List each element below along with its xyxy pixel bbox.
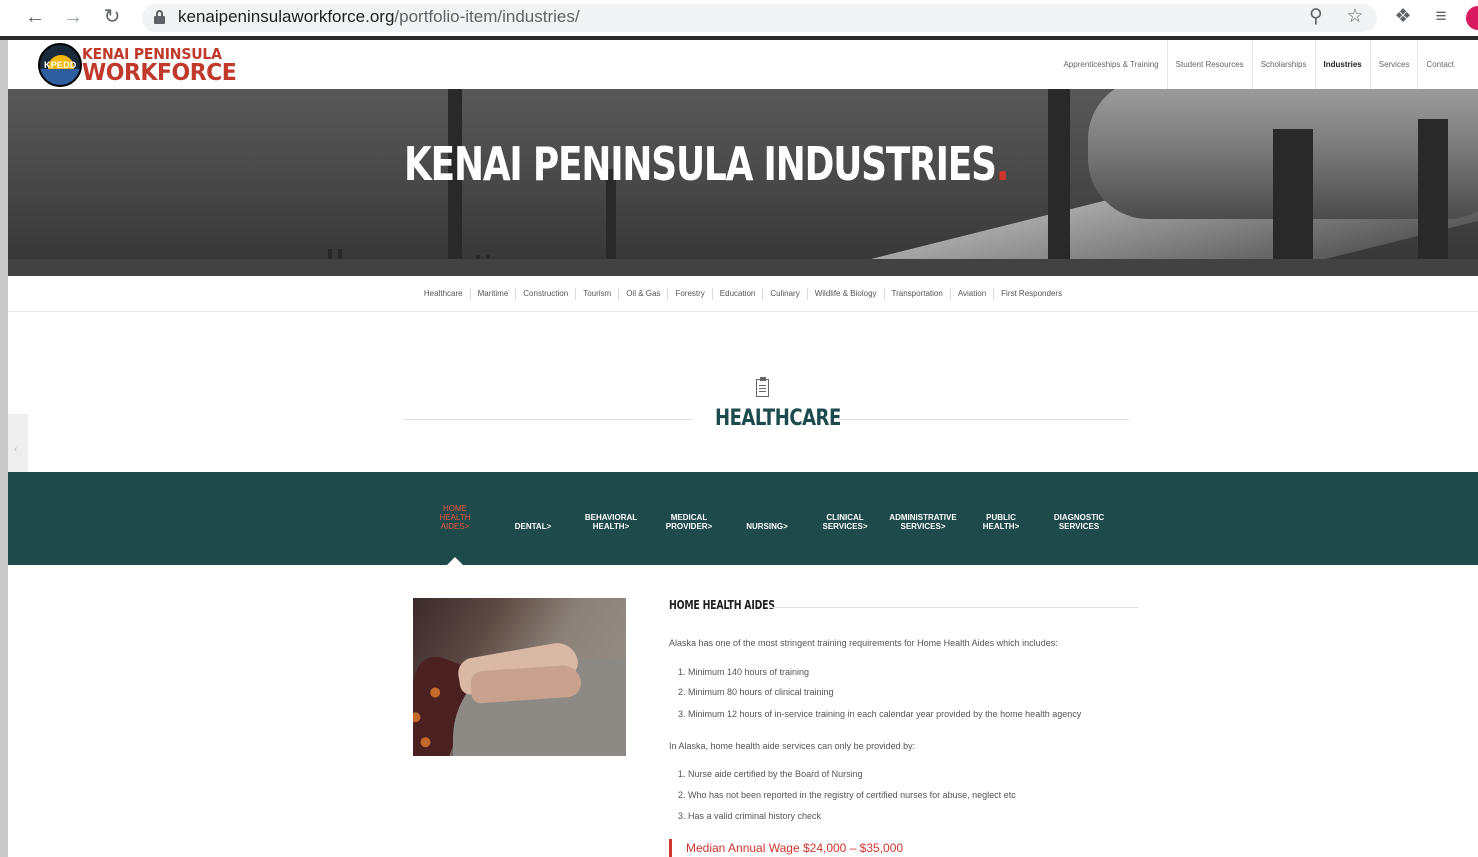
- section-title: HEALTHCARE: [715, 406, 841, 431]
- tab-label-line: SERVICES>: [900, 522, 946, 531]
- industry-link-education[interactable]: Education: [711, 287, 763, 300]
- tab-label-line: DIAGNOSTIC: [1053, 513, 1105, 522]
- list-item: 2. Who has not been reported in the regi…: [678, 790, 1016, 800]
- tab-label-line: SERVICES: [1058, 522, 1100, 531]
- industry-link-healthcare[interactable]: Healthcare: [417, 288, 470, 300]
- list-item: 2. Minimum 80 hours of clinical training: [678, 687, 834, 697]
- zoom-icon[interactable]: ⚲: [1303, 4, 1329, 30]
- tab-label-line: HEALTH>: [592, 522, 630, 531]
- tab-label-line: PUBLIC: [986, 513, 1016, 522]
- tab-label-line: BEHAVIORAL: [584, 513, 638, 522]
- list-item: 1. Nurse aide certified by the Board of …: [678, 769, 863, 779]
- industry-link-construction[interactable]: Construction: [515, 287, 575, 300]
- web-page: KPEDD KENAI PENINSULA WORKFORCE Apprenti…: [8, 40, 1478, 857]
- home-health-aide-photo: [413, 598, 626, 756]
- main-navigation: Apprenticeships & Training Student Resour…: [1055, 40, 1462, 89]
- industry-link-forestry[interactable]: Forestry: [667, 287, 711, 300]
- list-item: 3. Has a valid criminal history check: [678, 811, 822, 821]
- active-tab-pointer: [447, 557, 463, 565]
- healthcare-tabs: HOME HEALTH AIDES> DENTAL> BEHAVIORAL HEALTH>…: [8, 472, 1478, 565]
- lock-icon: [154, 10, 165, 24]
- tab-home-health-aides[interactable]: HOME HEALTH AIDES>: [419, 504, 491, 531]
- tab-dental[interactable]: DENTAL>: [497, 522, 569, 531]
- document-icon: [754, 377, 772, 399]
- hero-title: KENAI PENINSULA INDUSTRIES.: [404, 137, 1010, 191]
- tab-label-line: PROVIDER>: [665, 522, 713, 531]
- list-item: 3. Minimum 12 hours of in-service traini…: [678, 709, 1082, 719]
- industry-link-first-responders[interactable]: First Responders: [993, 287, 1069, 300]
- median-wage: Median Annual Wage $24,000 – $35,000: [669, 839, 903, 857]
- list-item: 1. Minimum 140 hours of training: [678, 667, 810, 677]
- browser-toolbar: ← → ↻ kenaipeninsulaworkforce.org/portfo…: [0, 0, 1478, 36]
- tab-label-line: HEALTH>: [982, 522, 1020, 531]
- nav-item-services[interactable]: Services: [1369, 40, 1418, 89]
- nav-item-apprenticeships-training[interactable]: Apprenticeships & Training: [1055, 40, 1166, 89]
- tab-label-line: CLINICAL: [826, 513, 864, 522]
- tab-label-line: HEALTH: [439, 513, 471, 522]
- star-icon[interactable]: ☆: [1342, 4, 1368, 30]
- industry-link-culinary[interactable]: Culinary: [762, 287, 806, 300]
- tab-public-health[interactable]: PUBLIC HEALTH>: [965, 513, 1037, 531]
- nav-item-scholarships[interactable]: Scholarships: [1251, 40, 1315, 89]
- industries-navigation: Healthcare Maritime Construction Tourism Oil…: [8, 276, 1478, 312]
- providers-intro: In Alaska, home health aide services can…: [669, 741, 916, 751]
- hero-banner: KENAI PENINSULA INDUSTRIES.: [8, 89, 1478, 276]
- industry-link-tourism[interactable]: Tourism: [575, 287, 618, 300]
- industry-link-maritime[interactable]: Maritime: [469, 287, 516, 300]
- media-playlist-icon[interactable]: ≡: [1428, 4, 1454, 30]
- tab-diagnostic-services[interactable]: DIAGNOSTIC SERVICES: [1043, 513, 1115, 531]
- industry-link-aviation[interactable]: Aviation: [949, 287, 993, 300]
- tab-medical-provider[interactable]: MEDICAL PROVIDER>: [653, 513, 725, 531]
- site-logo[interactable]: KPEDD KENAI PENINSULA WORKFORCE: [38, 42, 237, 88]
- tab-label-line: MEDICAL: [670, 513, 708, 522]
- heading-rule-right: [838, 419, 1129, 420]
- reload-icon[interactable]: ↻: [99, 4, 125, 30]
- heading-rule-left: [404, 419, 694, 420]
- industry-link-oil-gas[interactable]: Oil & Gas: [618, 287, 667, 300]
- tab-label-line: HOME: [443, 504, 467, 513]
- content-heading: HOME HEALTH AIDES: [669, 598, 775, 612]
- nav-item-student-resources[interactable]: Student Resources: [1166, 40, 1252, 89]
- content-intro: Alaska has one of the most stringent tra…: [669, 638, 1058, 648]
- tab-nursing[interactable]: NURSING>: [731, 522, 803, 531]
- hero-title-dot: .: [995, 137, 1010, 191]
- logo-text-line2: WORKFORCE: [82, 60, 237, 87]
- tab-behavioral-health[interactable]: BEHAVIORAL HEALTH>: [575, 513, 647, 531]
- industry-link-transportation[interactable]: Transportation: [883, 287, 950, 300]
- site-header: KPEDD KENAI PENINSULA WORKFORCE Apprenti…: [8, 40, 1478, 89]
- puzzle-icon[interactable]: ❖: [1390, 4, 1416, 30]
- tab-label-line: ADMINISTRATIVE: [889, 513, 957, 522]
- logo-badge: KPEDD: [38, 43, 82, 87]
- profile-avatar[interactable]: [1466, 6, 1478, 30]
- tab-label-line: NURSING>: [746, 522, 788, 531]
- tab-administrative-services[interactable]: ADMINISTRATIVE SERVICES>: [887, 513, 959, 531]
- nav-item-contact[interactable]: Contact: [1417, 40, 1462, 89]
- tab-clinical-services[interactable]: CLINICAL SERVICES>: [809, 513, 881, 531]
- industry-link-wildlife-biology[interactable]: Wildlife & Biology: [806, 287, 884, 300]
- address-bar[interactable]: kenaipeninsulaworkforce.org/portfolio-it…: [142, 4, 1377, 32]
- nav-item-industries[interactable]: Industries: [1314, 40, 1370, 89]
- window-edge: [0, 40, 8, 857]
- back-arrow-icon[interactable]: ←: [22, 4, 48, 30]
- url-text: kenaipeninsulaworkforce.org/portfolio-it…: [178, 7, 580, 26]
- forward-arrow-icon[interactable]: →: [60, 4, 86, 30]
- tab-label-line: DENTAL>: [514, 522, 552, 531]
- tab-label-line: AIDES>: [440, 522, 470, 531]
- chevron-left-icon: ‹: [14, 444, 18, 455]
- tab-label-line: SERVICES>: [822, 522, 868, 531]
